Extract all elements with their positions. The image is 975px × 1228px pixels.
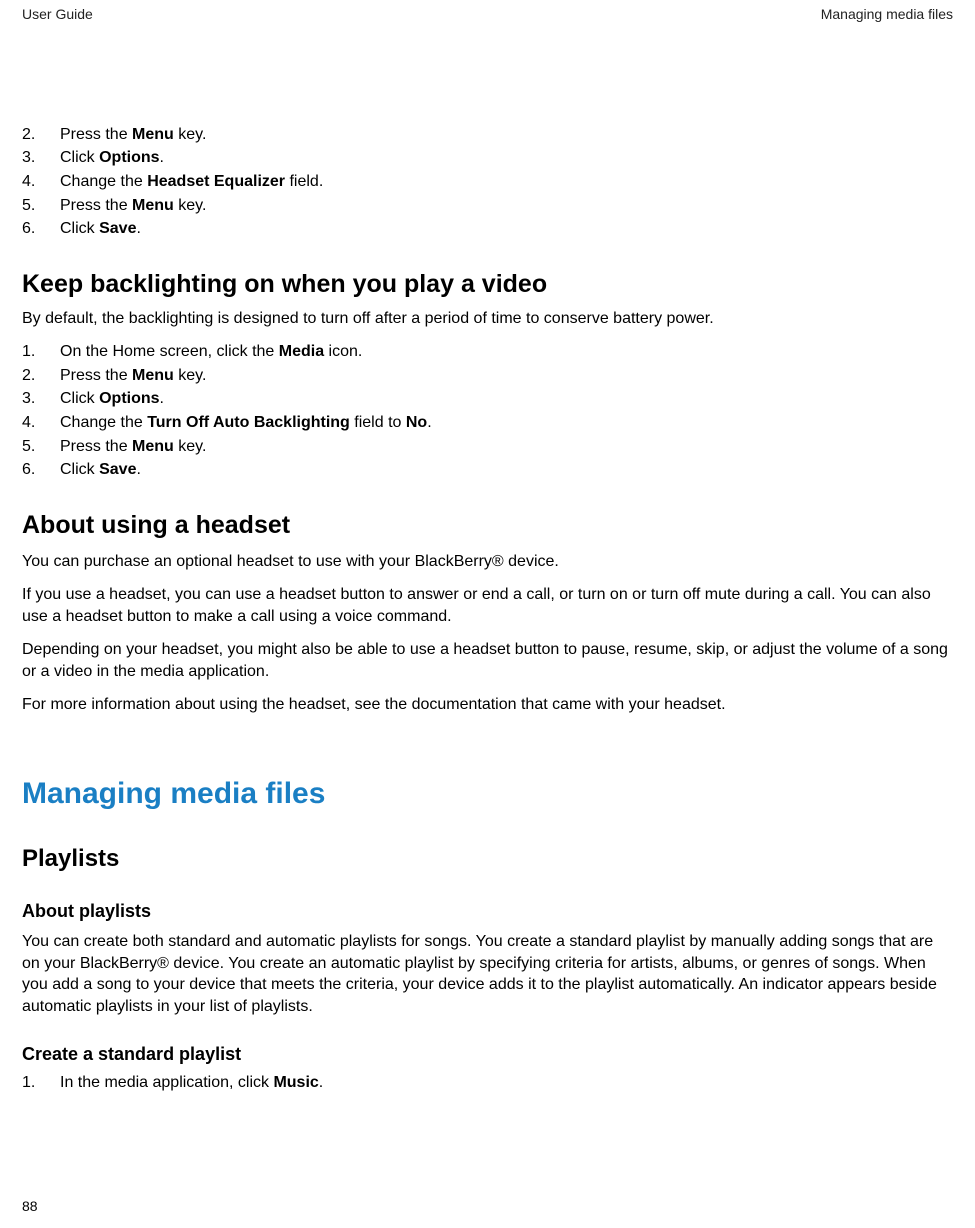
step-item: 6.Click Save.: [22, 459, 953, 481]
page: User Guide Managing media files 2.Press …: [0, 0, 975, 1094]
page-number: 88: [22, 1197, 38, 1216]
step-text: Change the Turn Off Auto Backlighting fi…: [60, 412, 953, 434]
step-num: 3.: [22, 147, 60, 169]
header-right: Managing media files: [821, 5, 953, 24]
paragraph: For more information about using the hea…: [22, 694, 953, 716]
step-item: 6.Click Save.: [22, 218, 953, 240]
step-item: 5.Press the Menu key.: [22, 195, 953, 217]
step-text: Change the Headset Equalizer field.: [60, 171, 953, 193]
step-text: Click Options.: [60, 147, 953, 169]
heading-playlists: Playlists: [22, 843, 953, 875]
step-num: 2.: [22, 365, 60, 387]
step-num: 1.: [22, 1072, 60, 1094]
step-num: 6.: [22, 218, 60, 240]
heading-managing-media: Managing media files: [22, 774, 953, 815]
step-text: Press the Menu key.: [60, 436, 953, 458]
content: 2.Press the Menu key. 3.Click Options. 4…: [22, 124, 953, 1094]
step-item: 3.Click Options.: [22, 147, 953, 169]
step-text: In the media application, click Music.: [60, 1072, 953, 1094]
step-text: On the Home screen, click the Media icon…: [60, 341, 953, 363]
heading-backlighting: Keep backlighting on when you play a vid…: [22, 268, 953, 302]
step-item: 1.In the media application, click Music.: [22, 1072, 953, 1094]
step-item: 4.Change the Headset Equalizer field.: [22, 171, 953, 193]
step-text: Press the Menu key.: [60, 195, 953, 217]
paragraph: You can create both standard and automat…: [22, 931, 953, 1017]
running-header: User Guide Managing media files: [22, 5, 953, 24]
step-item: 2.Press the Menu key.: [22, 124, 953, 146]
step-item: 2.Press the Menu key.: [22, 365, 953, 387]
step-text: Click Options.: [60, 388, 953, 410]
step-num: 3.: [22, 388, 60, 410]
step-num: 5.: [22, 436, 60, 458]
step-num: 2.: [22, 124, 60, 146]
step-text: Press the Menu key.: [60, 365, 953, 387]
steps-create-playlist: 1.In the media application, click Music.: [22, 1072, 953, 1094]
step-num: 6.: [22, 459, 60, 481]
header-left: User Guide: [22, 5, 93, 24]
step-text: Press the Menu key.: [60, 124, 953, 146]
steps-top: 2.Press the Menu key. 3.Click Options. 4…: [22, 124, 953, 240]
heading-create-playlist: Create a standard playlist: [22, 1042, 953, 1066]
step-text: Click Save.: [60, 459, 953, 481]
paragraph: By default, the backlighting is designed…: [22, 308, 953, 330]
step-num: 1.: [22, 341, 60, 363]
heading-headset: About using a headset: [22, 509, 953, 543]
paragraph: If you use a headset, you can use a head…: [22, 584, 953, 627]
steps-backlighting: 1.On the Home screen, click the Media ic…: [22, 341, 953, 481]
paragraph: Depending on your headset, you might als…: [22, 639, 953, 682]
step-item: 3.Click Options.: [22, 388, 953, 410]
paragraph: You can purchase an optional headset to …: [22, 551, 953, 573]
heading-about-playlists: About playlists: [22, 899, 953, 923]
step-item: 1.On the Home screen, click the Media ic…: [22, 341, 953, 363]
step-text: Click Save.: [60, 218, 953, 240]
step-item: 5.Press the Menu key.: [22, 436, 953, 458]
step-num: 4.: [22, 412, 60, 434]
step-num: 4.: [22, 171, 60, 193]
step-num: 5.: [22, 195, 60, 217]
step-item: 4.Change the Turn Off Auto Backlighting …: [22, 412, 953, 434]
